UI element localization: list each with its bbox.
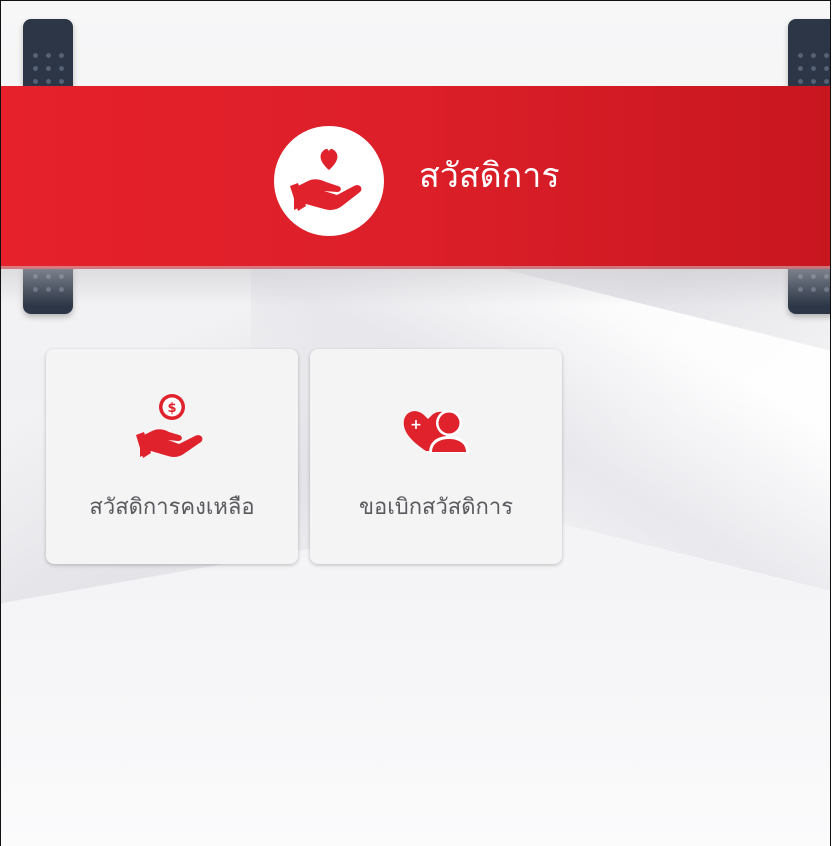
welfare-claim-card[interactable]: + ขอเบิกสวัสดิการ [310,349,562,564]
app-screen: สวัสดิการ $ สวัสดิการคงเหลือ + ขอเบิกสวั… [0,0,831,846]
welfare-claim-label: ขอเบิกสวัสดิการ [358,495,514,520]
welfare-balance-card[interactable]: $ สวัสดิการคงเหลือ [46,349,298,564]
welfare-balance-label: สวัสดิการคงเหลือ [89,495,255,520]
svg-text:+: + [410,417,422,433]
svg-text:$: $ [167,401,176,416]
header-banner [1,86,830,269]
heart-hand-icon [274,126,384,236]
heart-user-icon: + [396,391,476,471]
banner-shadow [1,266,830,306]
coin-hand-icon: $ [132,391,212,471]
page-title: สวัสดิการ [419,156,560,196]
